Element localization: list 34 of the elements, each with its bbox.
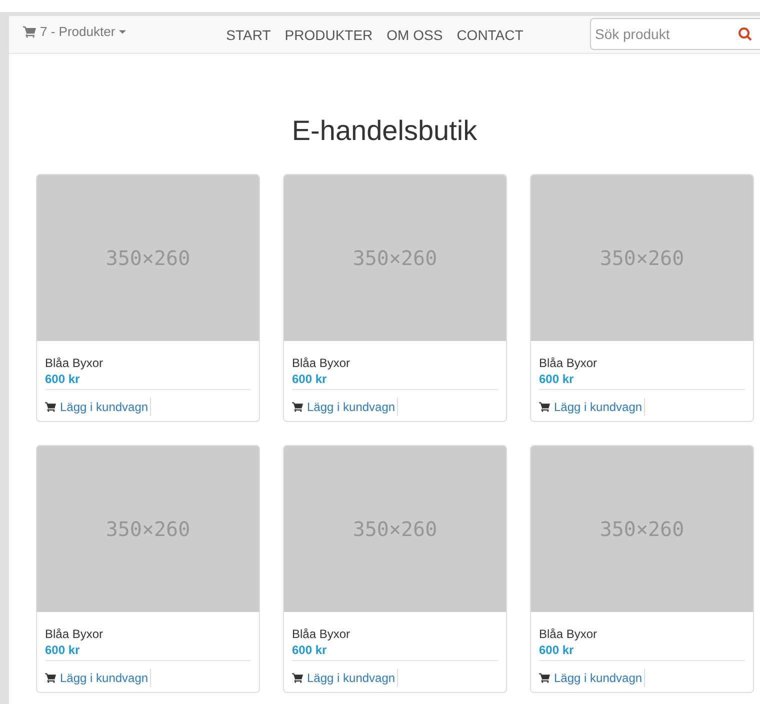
nav-link[interactable]: START: [226, 25, 271, 46]
product-price: 600 kr: [539, 371, 745, 390]
cart-icon: [292, 673, 303, 683]
cart-icon: [539, 402, 550, 412]
cart-icon: [45, 402, 56, 412]
add-to-cart-link[interactable]: Lägg i kundvagn: [45, 398, 152, 416]
product-price: 600 kr: [292, 371, 498, 390]
search-icon[interactable]: [738, 27, 752, 41]
add-to-cart-link[interactable]: Lägg i kundvagn: [45, 669, 152, 687]
product-name: Blåa Byxor: [539, 355, 598, 371]
product-name: Blåa Byxor: [292, 355, 352, 371]
cart-icon: [23, 26, 36, 38]
nav-link[interactable]: PRODUKTER: [284, 25, 373, 46]
add-to-cart-link[interactable]: Lägg i kundvagn: [292, 398, 398, 416]
caret-icon: [119, 30, 126, 34]
product-name: Blåa Byxor: [45, 626, 104, 642]
product-price: 600 kr: [539, 642, 745, 661]
page-heading: E-handelsbutik: [290, 114, 478, 148]
add-to-cart-link[interactable]: Lägg i kundvagn: [539, 398, 646, 416]
cart-icon: [539, 673, 550, 683]
product-price: 600 kr: [45, 642, 251, 661]
cart-icon: [45, 673, 56, 683]
cart-icon: [292, 402, 303, 412]
add-to-cart-link[interactable]: Lägg i kundvagn: [539, 669, 646, 687]
product-price: 600 kr: [45, 371, 251, 390]
product-price: 600 kr: [292, 642, 498, 661]
nav-link[interactable]: OM OSS: [386, 25, 443, 46]
cart-dropdown[interactable]: 7 - Produkter: [23, 22, 126, 42]
nav-link[interactable]: CONTACT: [456, 25, 524, 46]
add-to-cart-link[interactable]: Lägg i kundvagn: [292, 669, 398, 687]
product-name: Blåa Byxor: [292, 626, 352, 642]
product-name: Blåa Byxor: [539, 626, 598, 642]
search-field[interactable]: Sök produkt: [590, 18, 760, 50]
product-name: Blåa Byxor: [45, 355, 104, 371]
